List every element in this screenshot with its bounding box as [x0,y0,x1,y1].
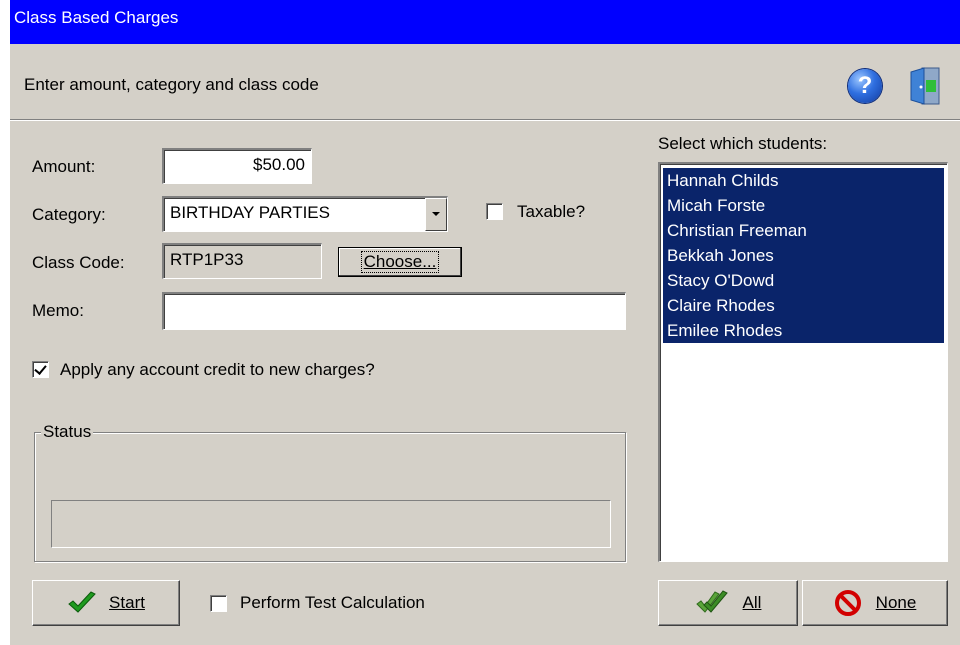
status-progress-bar [51,500,611,548]
all-label: All [742,593,762,612]
apply-credit-label: Apply any account credit to new charges? [60,360,375,379]
window-title: Class Based Charges [14,8,179,27]
test-calc-label: Perform Test Calculation [240,593,425,612]
prohibit-icon [834,590,861,616]
list-item[interactable]: Stacy O'Dowd [663,268,944,293]
select-all-button[interactable]: All [658,580,798,626]
category-label: Category: [32,205,106,224]
students-heading: Select which students: [658,134,828,153]
header-panel: Enter amount, category and class code ? [10,44,960,121]
amount-input[interactable]: $50.00 [162,148,312,184]
exit-door-icon[interactable] [908,66,942,106]
taxable-label: Taxable? [517,202,586,221]
amount-label: Amount: [32,157,96,176]
window-title-bar[interactable]: Class Based Charges [10,0,960,44]
list-item[interactable]: Hannah Childs [663,168,944,193]
class-code-label: Class Code: [32,253,125,272]
none-label: None [875,593,917,612]
list-item[interactable]: Bekkah Jones [663,243,944,268]
start-label: Start [109,593,145,612]
chevron-down-icon[interactable] [425,198,447,231]
status-legend: Status [41,422,94,442]
double-checkmark-icon [695,590,728,613]
taxable-checkbox[interactable] [486,203,503,220]
list-item[interactable]: Christian Freeman [663,218,944,243]
test-calc-checkbox[interactable] [210,595,227,612]
status-group: Status [34,422,626,562]
select-none-button[interactable]: None [802,580,948,626]
class-code-field: RTP1P33 [162,243,322,279]
choose-label: Choose... [360,251,440,273]
memo-input[interactable] [162,292,626,330]
header-hint: Enter amount, category and class code [24,75,319,94]
list-item[interactable]: Emilee Rhodes [663,318,944,343]
help-icon[interactable]: ? [848,69,882,103]
list-item[interactable]: Claire Rhodes [663,293,944,318]
class-charges-window: Class Based Charges Enter amount, catego… [10,0,960,645]
memo-label: Memo: [32,301,84,320]
category-dropdown[interactable]: BIRTHDAY PARTIES [162,196,448,232]
start-button[interactable]: Start [32,580,180,626]
apply-credit-checkbox[interactable] [32,361,49,378]
choose-button[interactable]: Choose... [338,247,462,277]
category-value: BIRTHDAY PARTIES [170,203,330,222]
checkmark-icon [68,591,96,613]
students-listbox[interactable]: Hannah Childs Micah Forste Christian Fre… [658,162,948,562]
list-item[interactable]: Micah Forste [663,193,944,218]
